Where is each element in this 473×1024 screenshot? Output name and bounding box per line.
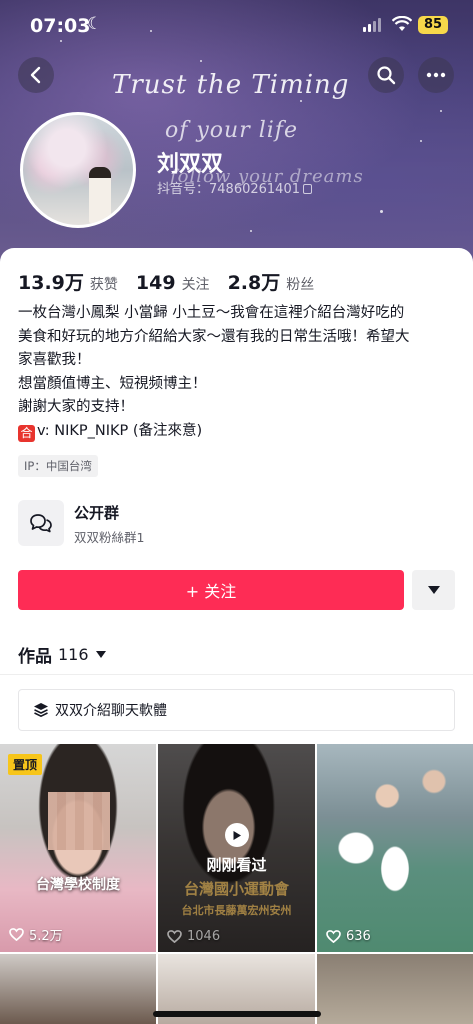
back-button[interactable] bbox=[18, 57, 54, 93]
bio-line: 美食和好玩的地方介紹給大家～還有我的日常生活哦！希望大 bbox=[18, 328, 410, 345]
signal-icon bbox=[363, 18, 381, 32]
likes-count: 5.2万 bbox=[29, 929, 63, 944]
douyin-id[interactable]: 抖音号：74860261401 bbox=[157, 178, 312, 197]
follow-button[interactable]: + 关注 bbox=[18, 570, 404, 610]
group-title: 公开群 bbox=[74, 504, 120, 522]
video-thumbnail[interactable]: 置顶 台灣學校制度 5.2万 bbox=[0, 744, 156, 952]
recently-watched-label: 刚刚看过 bbox=[206, 856, 267, 874]
bio-contact: v: NIKP_NIKP (备注來意) bbox=[37, 422, 203, 439]
video-caption: 台灣國小運動會 bbox=[183, 880, 289, 898]
chat-bubbles-icon bbox=[30, 514, 52, 533]
chevron-left-icon bbox=[30, 66, 41, 84]
stat-likes[interactable]: 13.9万 获赞 bbox=[18, 268, 118, 295]
douyin-id-text: 抖音号：74860261401 bbox=[157, 182, 300, 197]
group-icon-box bbox=[18, 500, 64, 546]
recommend-dropdown-button[interactable] bbox=[412, 570, 455, 610]
chevron-down-icon bbox=[95, 651, 106, 658]
banner-script-line-2: of your life bbox=[165, 118, 298, 143]
stat-followers[interactable]: 2.8万 粉丝 bbox=[228, 268, 315, 295]
wifi-icon bbox=[392, 16, 412, 31]
group-subtitle: 双双粉絲群1 bbox=[74, 530, 145, 545]
bio-line: 想當顏值博主、短視频博主！ bbox=[18, 375, 207, 392]
video-grid: 置顶 台灣學校制度 5.2万 刚刚看过 台灣國小運動會 台北市長藤萬宏州安州 1… bbox=[0, 744, 473, 1024]
video-likes: 5.2万 bbox=[9, 925, 63, 944]
search-icon bbox=[377, 66, 396, 85]
search-button[interactable] bbox=[368, 57, 404, 93]
battery-indicator: 85 bbox=[418, 16, 448, 34]
stat-likes-label: 获赞 bbox=[89, 277, 118, 293]
bio-line: 一枚台灣小鳳梨 小當歸 小土豆～我會在這裡介紹台灣好吃的 bbox=[18, 305, 405, 321]
stat-following-value: 149 bbox=[135, 272, 176, 294]
video-thumbnail[interactable] bbox=[0, 954, 156, 1024]
mosaic-blur bbox=[48, 792, 110, 850]
triangle-down-icon bbox=[427, 586, 440, 594]
works-count: 116 bbox=[58, 645, 89, 664]
more-button[interactable] bbox=[418, 57, 454, 93]
banner-script-line-1: Trust the Timing bbox=[112, 70, 350, 100]
stat-followers-value: 2.8万 bbox=[227, 272, 281, 294]
video-likes: 1046 bbox=[167, 929, 220, 944]
video-likes: 636 bbox=[326, 929, 371, 944]
bio-line: 合 v: NIKP_NIKP (备注來意) bbox=[18, 420, 458, 444]
status-bar: 07:03 ☾ 85 bbox=[0, 0, 473, 50]
stats-row: 13.9万 获赞 149 关注 2.8万 粉丝 bbox=[18, 268, 332, 295]
stat-following[interactable]: 149 关注 bbox=[136, 272, 210, 294]
likes-count: 1046 bbox=[187, 929, 221, 944]
more-icon bbox=[426, 72, 446, 78]
likes-count: 636 bbox=[346, 929, 371, 944]
stat-followers-label: 粉丝 bbox=[286, 277, 315, 293]
profile-name: 刘双双 bbox=[157, 152, 224, 177]
video-thumbnail[interactable] bbox=[317, 954, 473, 1024]
bio-line: 家喜歡我！ bbox=[18, 352, 91, 368]
avatar[interactable] bbox=[20, 112, 136, 228]
layers-icon bbox=[33, 702, 49, 718]
video-caption: 台灣學校制度 bbox=[36, 877, 120, 893]
collection-label: 双双介紹聊天軟體 bbox=[55, 703, 167, 719]
he-badge-icon: 合 bbox=[18, 424, 35, 442]
stat-likes-value: 13.9万 bbox=[18, 272, 84, 294]
home-indicator[interactable] bbox=[153, 1011, 321, 1017]
video-subcaption: 台北市長藤萬宏州安州 bbox=[181, 904, 292, 917]
ip-location-chip: IP：中国台湾 bbox=[18, 455, 98, 477]
tab-works[interactable]: 作品 116 bbox=[18, 642, 106, 667]
pinned-badge: 置顶 bbox=[8, 754, 43, 775]
video-thumbnail[interactable]: 636 bbox=[317, 744, 473, 952]
stat-following-label: 关注 bbox=[181, 277, 210, 293]
video-thumbnail[interactable]: 刚刚看过 台灣國小運動會 台北市長藤萬宏州安州 1046 bbox=[158, 744, 315, 952]
heart-icon bbox=[9, 928, 24, 941]
status-time: 07:03 bbox=[30, 15, 91, 37]
public-group-entry[interactable]: 公开群 双双粉絲群1 bbox=[18, 500, 318, 546]
heart-icon bbox=[167, 930, 182, 943]
bio-line: 謝謝大家的支持！ bbox=[18, 399, 134, 415]
moon-icon: ☾ bbox=[87, 14, 103, 34]
bio: 一枚台灣小鳳梨 小當歸 小土豆～我會在這裡介紹台灣好吃的 美食和好玩的地方介紹給… bbox=[18, 302, 458, 443]
heart-icon bbox=[326, 930, 341, 943]
divider bbox=[0, 674, 473, 675]
copy-icon[interactable] bbox=[302, 184, 312, 194]
collection-entry[interactable]: 双双介紹聊天軟體 bbox=[18, 689, 455, 731]
play-icon bbox=[225, 823, 249, 847]
works-tab-label: 作品 bbox=[18, 647, 52, 667]
